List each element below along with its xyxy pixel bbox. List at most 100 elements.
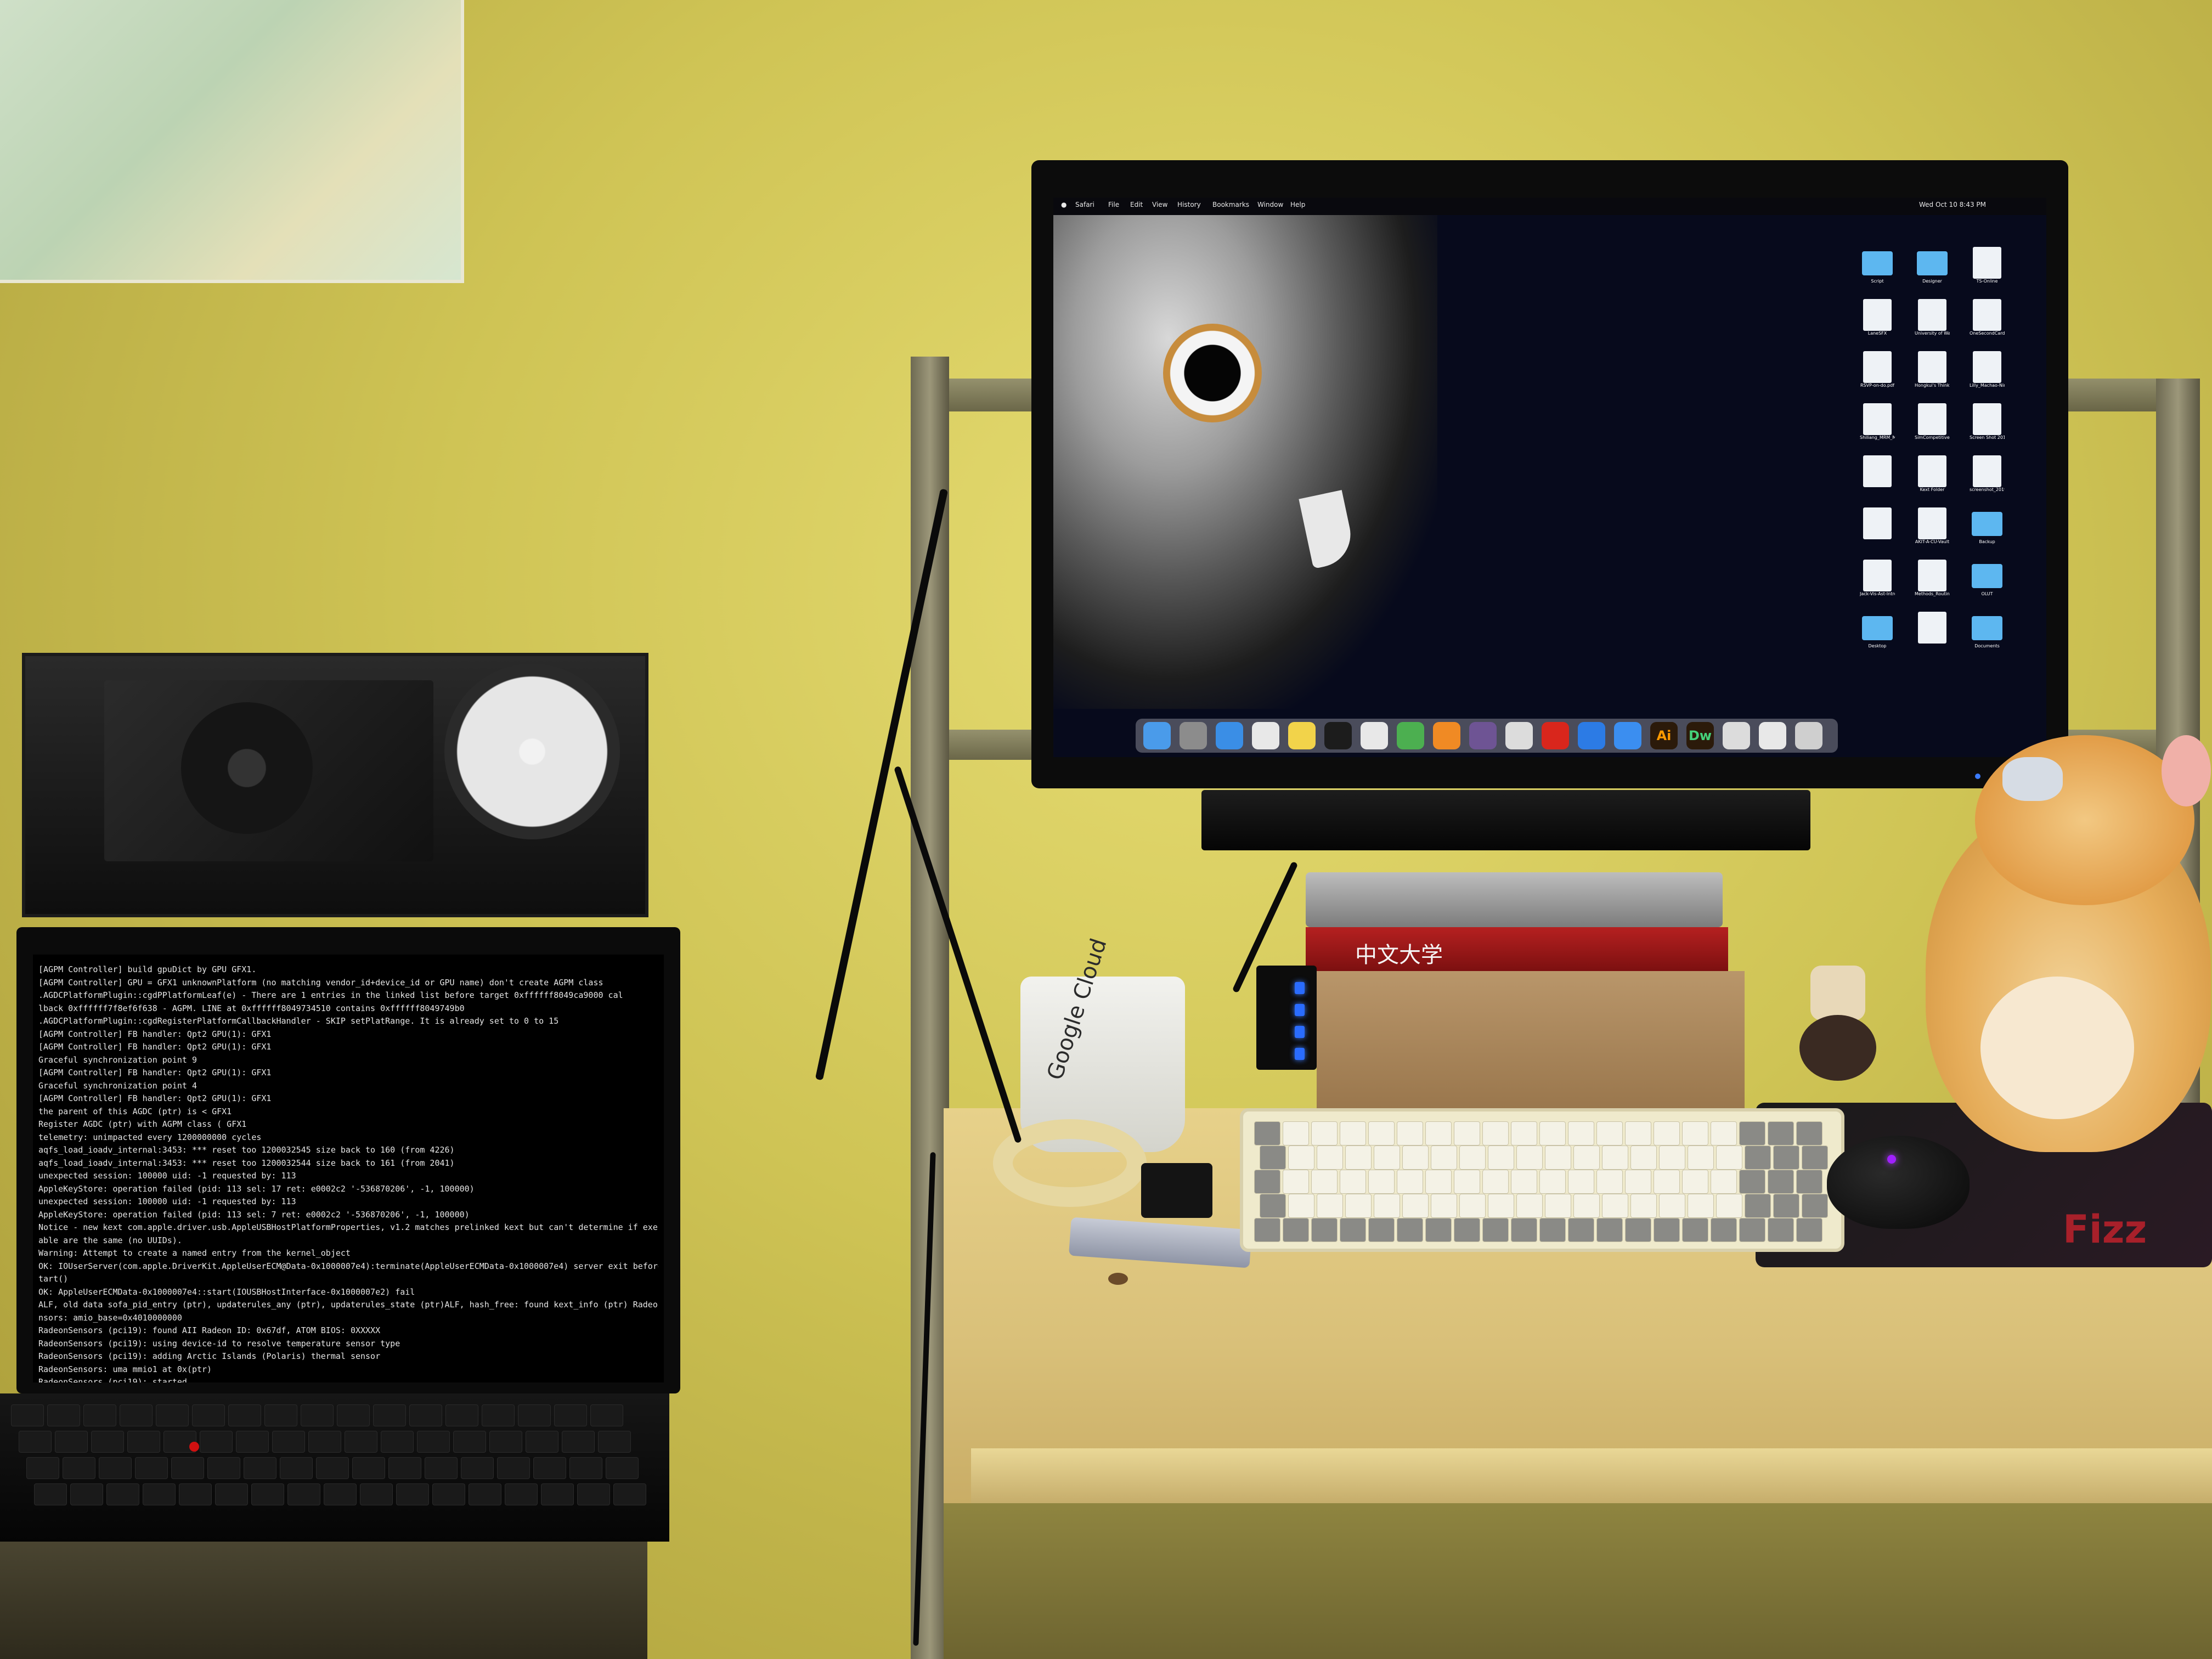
desktop-file-icon[interactable]: Methods_Routine_ exine.docx xyxy=(1915,560,1950,602)
desktop-file-icon[interactable]: LaneSFX xyxy=(1860,299,1895,342)
keyboard-key xyxy=(1568,1170,1594,1194)
laptop-key xyxy=(228,1404,261,1426)
laptop-key xyxy=(388,1457,421,1479)
desktop-file-icon[interactable] xyxy=(1860,455,1895,498)
safari-icon[interactable] xyxy=(1216,722,1243,749)
keyboard-key xyxy=(1397,1218,1423,1242)
desktop-file-icon[interactable] xyxy=(1860,507,1895,550)
desktop-file-icon[interactable]: Shiliang_MRM_Moni_Tthe_Avil_1_Ch.pdf xyxy=(1860,403,1895,446)
keyboard-key xyxy=(1630,1146,1657,1170)
trash-icon[interactable] xyxy=(1795,722,1822,749)
document-icon xyxy=(1863,507,1892,539)
terminal-line: able are the same (no UUIDs). xyxy=(38,1235,182,1245)
menu-item-history[interactable]: History xyxy=(1177,201,1201,208)
laptop-key xyxy=(135,1457,168,1479)
laptop-key xyxy=(489,1431,522,1453)
terminal-line: .AGDCPlatformPlugin::cgdPPlatformLeaf(e)… xyxy=(38,990,623,1000)
todo-icon[interactable] xyxy=(1578,722,1605,749)
preview-icon[interactable] xyxy=(1505,722,1533,749)
menu-item-safari[interactable]: Safari xyxy=(1075,201,1094,208)
dreamweaver-icon[interactable]: Dw xyxy=(1686,722,1714,749)
laptop-key xyxy=(207,1457,240,1479)
terminal-line: [AGPM Controller] FB handler: Qpt2 GPU(1… xyxy=(38,1093,272,1103)
keyboard-key xyxy=(1425,1121,1452,1146)
terminal-line: RadeonSensors (pci19): adding Arctic Isl… xyxy=(38,1351,381,1361)
app-store-icon[interactable] xyxy=(1614,722,1641,749)
menubar-clock[interactable]: Wed Oct 10 8:43 PM xyxy=(1919,201,1986,208)
plug-icon[interactable] xyxy=(1723,722,1750,749)
script-icon[interactable] xyxy=(1361,722,1388,749)
terminal-line: [AGPM Controller] FB handler: Qpt2 GPU(1… xyxy=(38,1068,272,1077)
finder-icon[interactable] xyxy=(1143,722,1171,749)
terminal-line: AppleKeyStore: operation failed (pid: 11… xyxy=(38,1209,470,1220)
keyboard-key xyxy=(1260,1194,1286,1218)
terminal-line: OK: AppleUserECMData-0x1000007e4::start(… xyxy=(38,1286,415,1297)
desktop-icon-label: OneSecondCard.pdf xyxy=(1970,331,2005,336)
wall-map xyxy=(0,0,464,283)
desktop-file-icon[interactable]: Kext Folder xyxy=(1915,455,1950,498)
launchpad-icon[interactable] xyxy=(1180,722,1207,749)
folder-icon xyxy=(1862,616,1893,640)
desktop-file-icon[interactable]: SimCompetitive Builder 2019.pdf xyxy=(1915,403,1950,446)
terminal-line: RadeonSensors: uma mmio1 at 0x(ptr) xyxy=(38,1364,212,1374)
menu-item-edit[interactable]: Edit xyxy=(1130,201,1143,208)
desktop-file-icon[interactable]: Desktop xyxy=(1860,612,1895,654)
github-icon[interactable] xyxy=(1469,722,1497,749)
terminal-line: RadeonSensors (pci19): found AII Radeon … xyxy=(38,1325,381,1335)
keyboard-key xyxy=(1345,1194,1372,1218)
desktop-file-icon[interactable] xyxy=(1915,612,1950,654)
desktop-file-icon[interactable]: Lilly_Machao-Ning.mp xyxy=(1970,351,2005,394)
apple-menu-icon[interactable]: ● xyxy=(1061,201,1066,208)
terminal-icon[interactable] xyxy=(1324,722,1352,749)
desktop-file-icon[interactable]: Script xyxy=(1860,247,1895,290)
keyboard-key xyxy=(1340,1170,1366,1194)
laptop-key xyxy=(425,1457,458,1479)
laptop-key xyxy=(244,1457,276,1479)
terminal-line: Graceful synchronization point 9 xyxy=(38,1054,197,1065)
trackpoint xyxy=(189,1442,199,1452)
mac-mini xyxy=(1306,872,1723,927)
mail-icon[interactable] xyxy=(1252,722,1279,749)
menu-item-bookmarks[interactable]: Bookmarks xyxy=(1212,201,1249,208)
keyboard-key xyxy=(1340,1218,1366,1242)
menu-item-help[interactable]: Help xyxy=(1290,201,1305,208)
laptop-key xyxy=(11,1404,44,1426)
desktop-file-icon[interactable]: Backup xyxy=(1970,507,2005,550)
keyboard-key xyxy=(1345,1146,1372,1170)
keyboard-key xyxy=(1516,1146,1543,1170)
desktop-file-icon[interactable]: University of Washington xyxy=(1915,299,1950,342)
keyboard-key xyxy=(1796,1170,1822,1194)
desktop-file-icon[interactable]: OLUT xyxy=(1970,560,2005,602)
desktop-file-icon[interactable]: TS-Online xyxy=(1970,247,2005,290)
notes-icon[interactable] xyxy=(1288,722,1316,749)
desktop-file-icon[interactable]: Screen Shot 2019-10.pdf xyxy=(1970,403,2005,446)
menu-item-view[interactable]: View xyxy=(1152,201,1167,208)
desktop-file-icon[interactable]: screenshot_2019.png xyxy=(1970,455,2005,498)
desktop-file-icon[interactable]: OneSecondCard.pdf xyxy=(1970,299,2005,342)
keyboard-key xyxy=(1625,1218,1651,1242)
terminal-line: [AGPM Controller] FB handler: Qpt2 GPU(1… xyxy=(38,1029,272,1039)
acrobat-icon[interactable] xyxy=(1542,722,1569,749)
menu-item-window[interactable]: Window xyxy=(1257,201,1283,208)
keyboard-key xyxy=(1796,1121,1822,1146)
illustrator-icon[interactable]: Ai xyxy=(1650,722,1678,749)
desktop-file-icon[interactable]: Documents xyxy=(1970,612,2005,654)
desktop-file-icon[interactable]: Hongkui's Thinkpad X62 xyxy=(1915,351,1950,394)
desktop-file-icon[interactable]: Jack-Vis-Ast-Intro.pptx xyxy=(1860,560,1895,602)
desktop-file-icon[interactable]: AKIT-A-CU-Vault xyxy=(1915,507,1950,550)
terminal-line: unexpected session: 100000 uid: -1 reque… xyxy=(38,1197,296,1206)
document-icon xyxy=(1918,560,1946,591)
desktop-file-icon[interactable]: RSVP-on-do.pdf xyxy=(1860,351,1895,394)
laptop-key xyxy=(469,1483,501,1505)
downloads-icon[interactable] xyxy=(1759,722,1786,749)
firefox-icon[interactable] xyxy=(1433,722,1460,749)
chrome-icon[interactable] xyxy=(1397,722,1424,749)
keyboard-key xyxy=(1288,1146,1314,1170)
menu-item-file[interactable]: File xyxy=(1108,201,1119,208)
laptop-key xyxy=(280,1457,313,1479)
document-icon xyxy=(1863,299,1892,331)
laptop-key xyxy=(63,1457,95,1479)
desktop-icon-label: Designer xyxy=(1922,279,1942,284)
desktop-file-icon[interactable]: Designer xyxy=(1915,247,1950,290)
keyboard-key xyxy=(1739,1170,1765,1194)
